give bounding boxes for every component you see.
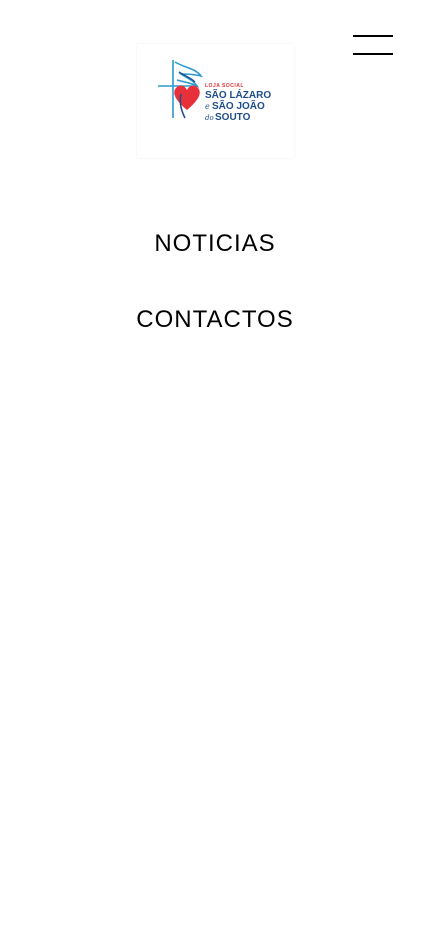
logo-line3-prefix: do	[205, 114, 214, 122]
page: LOJA SOCIAL SÃO LÁZARO e SÃO JOÃO do SOU…	[0, 0, 430, 932]
site-logo[interactable]: LOJA SOCIAL SÃO LÁZARO e SÃO JOÃO do SOU…	[137, 44, 294, 158]
menu-button[interactable]	[350, 30, 396, 60]
hamburger-icon-line-top	[353, 35, 393, 37]
logo-line1: SÃO LÁZARO	[205, 88, 271, 101]
logo-line2-prefix: e	[205, 102, 210, 111]
logo-line3: SOUTO	[215, 112, 251, 123]
hamburger-icon-line-bottom	[353, 53, 393, 55]
logo-small-text: LOJA SOCIAL	[205, 83, 244, 89]
logo-line2: SÃO JOÃO	[212, 99, 265, 112]
nav-item-noticias[interactable]: NOTICIAS	[0, 230, 430, 258]
nav-item-contactos[interactable]: CONTACTOS	[0, 306, 430, 334]
dove-heart-cross-logo-icon: LOJA SOCIAL SÃO LÁZARO e SÃO JOÃO do SOU…	[158, 60, 271, 123]
